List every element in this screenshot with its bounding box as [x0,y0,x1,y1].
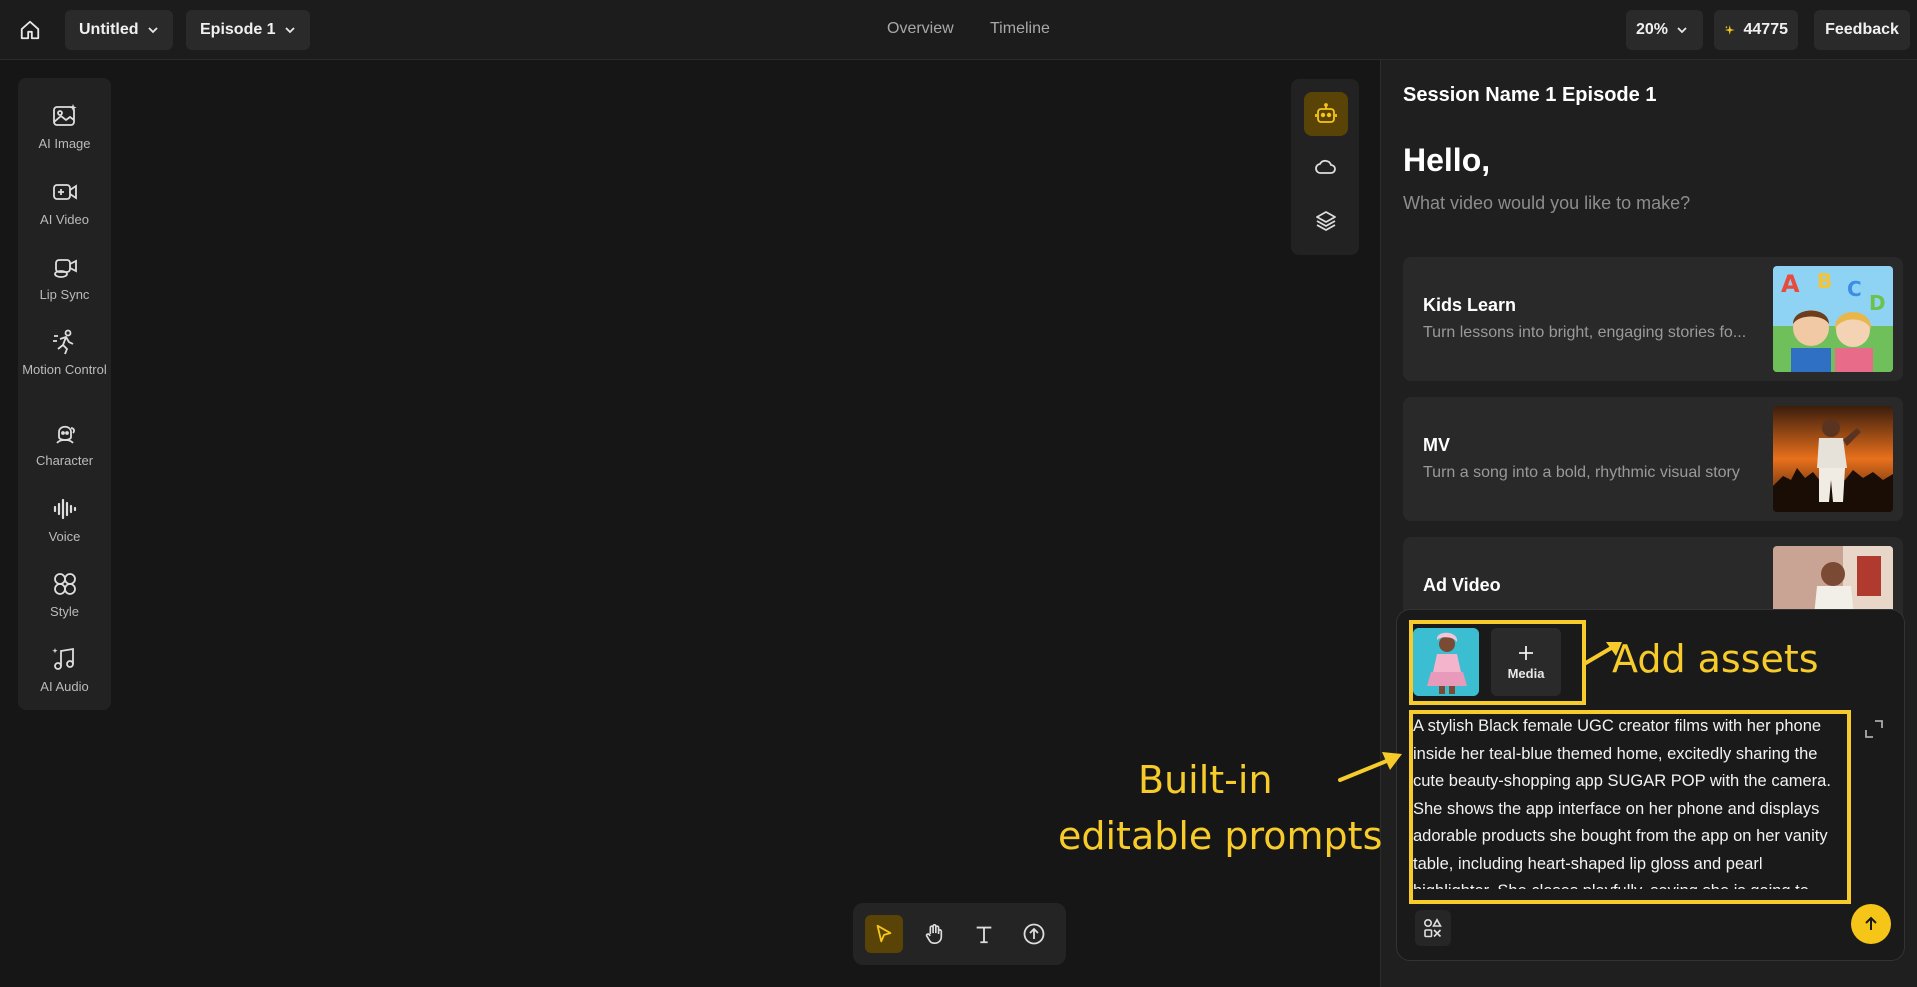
cloud-button[interactable] [1304,145,1348,189]
tool-rail: AI Image AI Video Lip Sync Motion Contro… [18,78,111,710]
expand-icon[interactable] [1863,718,1885,740]
svg-text:A: A [1781,270,1800,298]
ai-audio-icon [51,647,74,670]
zoom-level: 20% [1636,21,1669,38]
rail-label: AI Audio [40,679,89,694]
rail-item-ai-image[interactable]: AI Image [18,102,111,151]
arrow-up-icon [1865,916,1877,930]
annotation-add-assets: Add assets [1612,637,1819,681]
session-title: Session Name 1 Episode 1 [1403,84,1657,106]
rail-item-style[interactable]: Style [18,570,111,619]
card-title: Kids Learn [1423,295,1517,315]
ai-video-icon [52,184,77,200]
rail-label: AI Video [40,212,89,227]
rail-label: AI Image [38,136,91,151]
top-bar: Untitled Episode 1 Overview Timeline 20%… [0,0,1917,60]
layers-button[interactable] [1304,199,1348,243]
cursor-icon [876,924,892,943]
card-description: Turn lessons into bright, engaging stori… [1423,324,1747,341]
template-card-kids-learn[interactable]: Kids Learn Turn lessons into bright, eng… [1403,257,1903,381]
rail-item-ai-audio[interactable]: AI Audio [18,645,111,694]
prompt-textarea[interactable]: A stylish Black female UGC creator films… [1413,713,1843,889]
rail-item-motion-control[interactable]: Motion Control [18,328,111,377]
kids-learn-thumbnail: A B C D [1773,266,1893,372]
upload-tool-button[interactable] [1015,915,1053,953]
text-tool-button[interactable] [965,915,1003,953]
chevron-down-icon [1677,27,1687,34]
select-tool-button[interactable] [865,915,903,953]
card-title: MV [1423,435,1450,455]
ai-image-icon [52,104,76,126]
assets-library-button[interactable] [1415,910,1451,946]
hand-icon [925,924,943,944]
rail-item-ai-video[interactable]: AI Video [18,178,111,227]
agent-button[interactable] [1304,92,1348,136]
tab-overview[interactable]: Overview [887,20,954,38]
hand-tool-button[interactable] [915,915,953,953]
episode-dropdown[interactable]: Episode 1 [186,10,310,50]
sparkle-icon [1724,25,1735,35]
style-icon [53,573,76,595]
canvas-toolbar [853,903,1066,965]
app-root: Untitled Episode 1 Overview Timeline 20%… [0,0,1917,987]
plus-icon [1519,645,1533,660]
card-description: Turn a song into a bold, rhythmic visual… [1423,464,1740,481]
chevron-down-icon [147,27,158,34]
feedback-label: Feedback [1825,21,1899,38]
zoom-dropdown[interactable]: 20% [1626,10,1703,50]
upload-icon [1023,923,1045,945]
annotation-built-in-line1: Built-in [1138,758,1273,802]
layers-icon [1316,211,1336,231]
attached-asset-thumbnail[interactable] [1413,628,1479,696]
project-name: Untitled [79,21,139,38]
template-card-mv[interactable]: MV Turn a song into a bold, rhythmic vis… [1403,397,1903,521]
rail-item-character[interactable]: Character [18,419,111,468]
card-title: Ad Video [1423,575,1501,595]
chevron-down-icon [284,27,295,34]
greeting: Hello, [1403,142,1491,178]
greeting-subtitle: What video would you like to make? [1403,193,1691,213]
rail-label: Motion Control [22,362,107,377]
annotation-built-in-line2: editable prompts [1058,814,1383,858]
rail-label: Style [50,604,79,619]
rail-item-lip-sync[interactable]: Lip Sync [18,253,111,302]
arrow-prompts-icon [1338,752,1402,782]
media-label: Media [1507,665,1545,681]
project-dropdown[interactable]: Untitled [65,10,173,50]
home-button[interactable] [14,14,46,46]
text-icon [976,926,992,944]
svg-text:B: B [1817,269,1832,293]
lip-sync-icon [53,259,77,278]
add-media-button[interactable]: Media [1491,628,1561,696]
send-button[interactable] [1851,904,1891,944]
character-icon [55,425,75,444]
credits-count: 44775 [1743,21,1789,38]
rail-item-voice[interactable]: Voice [18,495,111,544]
canvas-side-tools [1291,79,1359,255]
svg-text:D: D [1869,291,1886,315]
home-icon [20,20,40,40]
svg-text:C: C [1847,277,1862,301]
voice-icon [53,498,76,520]
robot-icon [1315,103,1337,123]
motion-control-icon [52,329,73,355]
shapes-icon [1423,918,1442,938]
episode-name: Episode 1 [200,21,276,38]
credits-badge[interactable]: 44775 [1714,10,1798,50]
feedback-button[interactable]: Feedback [1814,10,1910,50]
tab-timeline[interactable]: Timeline [990,20,1050,38]
rail-label: Lip Sync [39,287,90,302]
rail-label: Character [35,453,94,468]
rail-label: Voice [48,529,81,544]
mv-thumbnail [1773,406,1893,512]
cloud-icon [1315,159,1336,174]
